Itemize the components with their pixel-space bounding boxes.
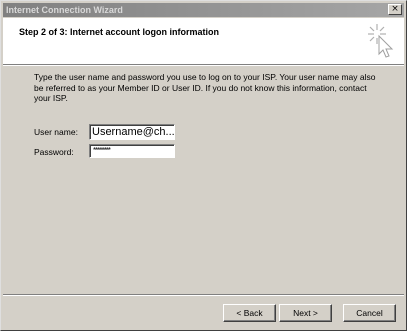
title-bar[interactable]: Internet Connection Wizard × — [3, 3, 404, 17]
footer-divider — [3, 294, 404, 296]
header-divider — [3, 64, 404, 66]
close-icon: × — [391, 4, 399, 14]
close-button[interactable]: × — [388, 4, 402, 15]
wizard-sparkle-cursor-icon — [368, 24, 394, 58]
password-label: Password: — [34, 147, 74, 157]
cancel-button[interactable]: Cancel — [343, 304, 396, 322]
step-title: Step 2 of 3: Internet account logon info… — [19, 27, 220, 37]
wizard-header: Step 2 of 3: Internet account logon info… — [3, 18, 404, 64]
wizard-window: Internet Connection Wizard × Step 2 of 3… — [0, 0, 407, 331]
back-button[interactable]: < Back — [223, 304, 276, 322]
username-label: User name: — [34, 127, 78, 137]
window-title: Internet Connection Wizard — [6, 5, 123, 15]
password-input[interactable]: ******** — [89, 144, 175, 158]
instructions-text: Type the user name and password you use … — [34, 72, 376, 103]
next-button[interactable]: Next > — [279, 304, 332, 322]
username-input[interactable]: Username@ch... — [89, 124, 175, 140]
